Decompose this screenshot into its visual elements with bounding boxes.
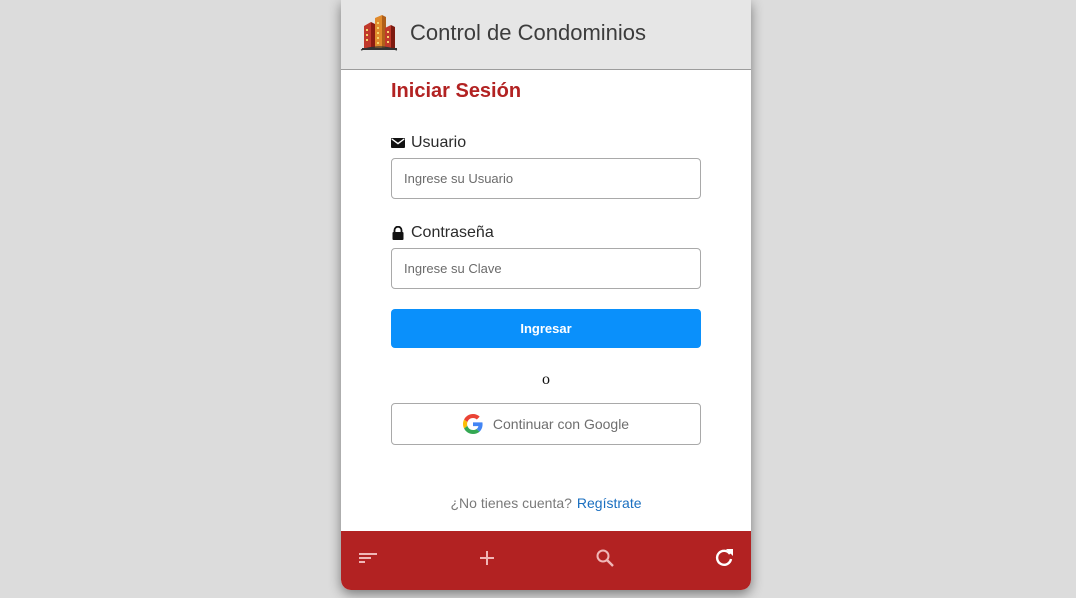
app-header: Control de Condominios <box>341 0 751 70</box>
login-title: Iniciar Sesión <box>391 80 522 102</box>
username-input[interactable] <box>391 158 701 199</box>
register-prompt: ¿No tienes cuenta? Regístrate <box>341 495 751 511</box>
password-input[interactable] <box>391 248 701 289</box>
lock-icon <box>391 226 405 240</box>
or-separator: o <box>542 371 550 388</box>
google-signin-button[interactable]: Continuar con Google <box>391 403 701 445</box>
plus-icon[interactable] <box>475 546 499 570</box>
password-label-text: Contraseña <box>411 224 494 241</box>
google-icon <box>462 414 483 434</box>
register-link[interactable]: Regístrate <box>577 495 642 511</box>
password-label: Contraseña <box>391 224 494 242</box>
sort-icon[interactable] <box>356 546 380 570</box>
app-title: Control de Condominios <box>410 20 647 45</box>
bottom-toolbar <box>341 531 751 590</box>
google-signin-label: Continuar con Google <box>492 416 630 432</box>
refresh-icon[interactable] <box>712 546 736 570</box>
username-label-text: Usuario <box>411 134 467 151</box>
register-question: ¿No tienes cuenta? <box>450 495 572 511</box>
login-screen: Control de Condominios Iniciar Sesión Us… <box>341 0 751 590</box>
envelope-icon <box>391 136 405 150</box>
username-label: Usuario <box>391 134 466 152</box>
login-submit-button[interactable]: Ingresar <box>391 309 701 348</box>
search-icon[interactable] <box>593 546 617 570</box>
condominium-logo-icon <box>360 14 398 52</box>
